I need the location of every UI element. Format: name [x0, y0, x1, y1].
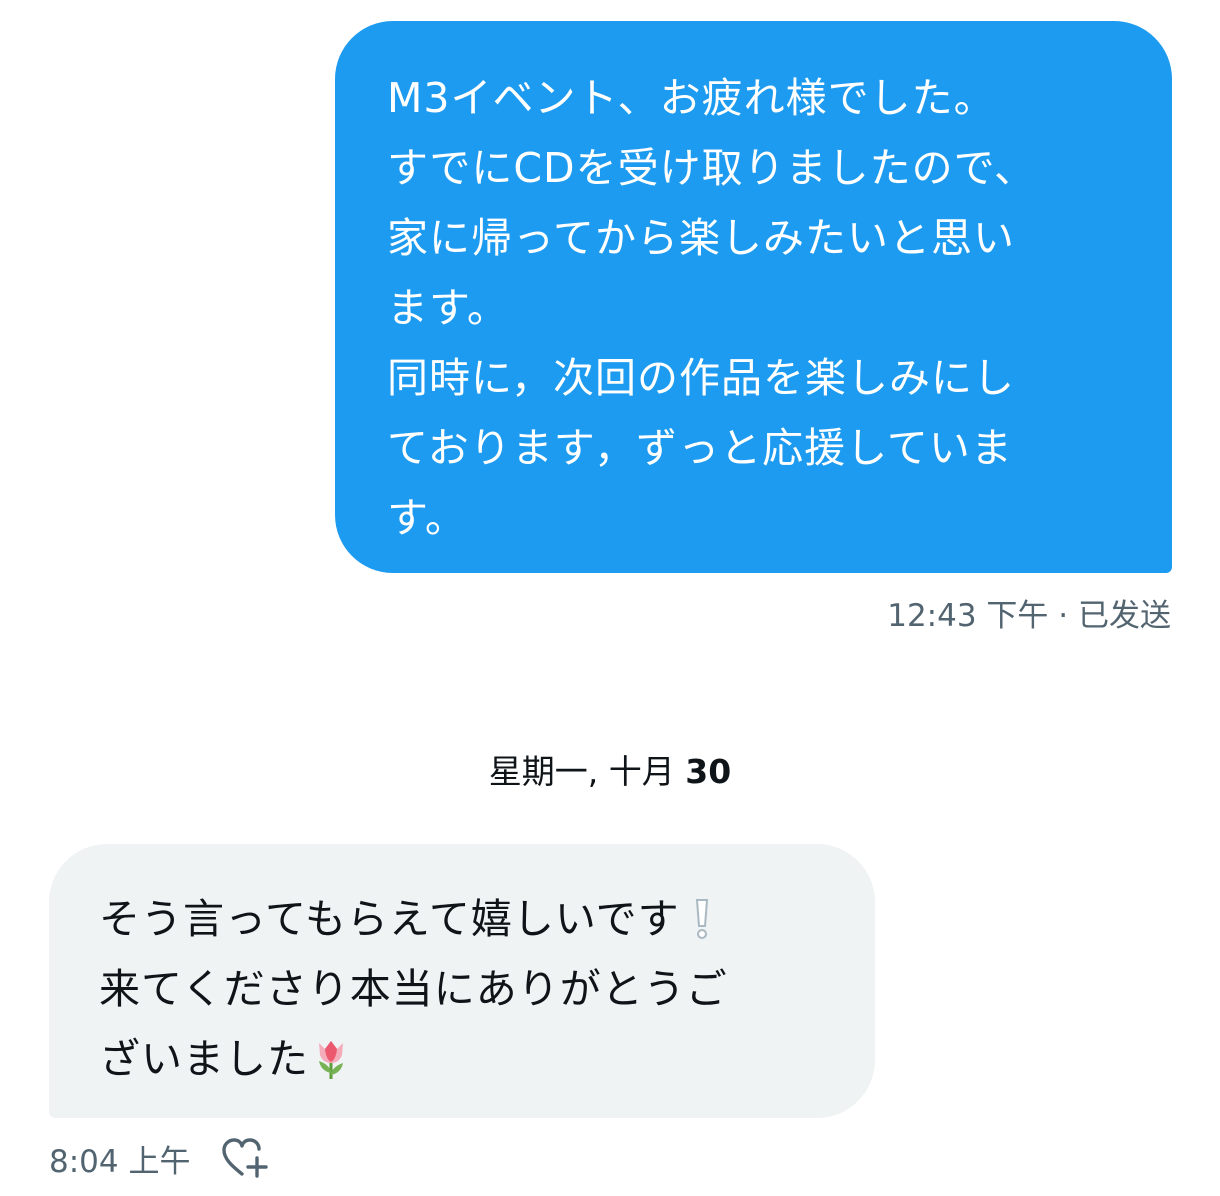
white-exclamation-mark-icon	[695, 899, 708, 939]
received-message-line-2: 来てくださり本当にありがとうご	[99, 965, 728, 1013]
tulip-icon	[319, 1041, 343, 1079]
received-message-line-1: そう言ってもらえて嬉しいです	[99, 895, 680, 943]
sent-message-bubble[interactable]: M3イベント、お疲れ様でした。 すでにCDを受け取りましたので、 家に帰ってから…	[335, 21, 1172, 573]
date-separator-day: 30	[685, 752, 732, 791]
date-separator: 星期一, 十月 30	[0, 750, 1220, 794]
sent-message-timestamp: 12:43 下午 · 已发送	[887, 598, 1171, 634]
received-message-bubble[interactable]: そう言ってもらえて嬉しいです 来てくださり本当にありがとうご ざいました	[49, 844, 875, 1118]
received-message-line-3: ざいました	[99, 1035, 309, 1083]
received-message-text: そう言ってもらえて嬉しいです 来てくださり本当にありがとうご ざいました	[99, 884, 835, 1094]
heart-plus-icon	[222, 1138, 269, 1178]
received-message-meta: 8:04 上午	[49, 1136, 269, 1180]
date-separator-label: 星期一, 十月	[488, 752, 675, 791]
sent-message-text: M3イベント、お疲れ様でした。 すでにCDを受け取りましたので、 家に帰ってから…	[387, 74, 1036, 542]
add-reaction-button[interactable]	[220, 1136, 269, 1180]
received-message-timestamp: 8:04 上午	[49, 1143, 191, 1180]
